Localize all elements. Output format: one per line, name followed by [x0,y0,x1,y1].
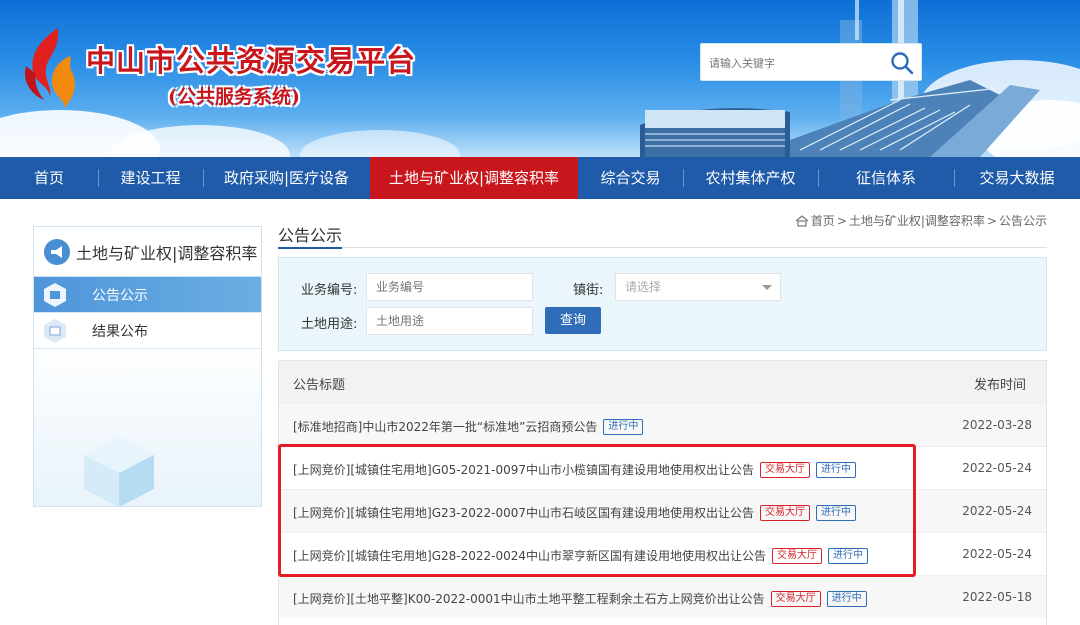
table-row[interactable]: [上网竞价][城镇住宅用地]G05-2021-0097中山市小榄镇国有建设用地使… [279,446,1046,489]
nav-item-procurement[interactable]: 政府采购|医疗设备 [203,157,370,199]
table-row[interactable]: [上网竞价][土地平整]K00-2022-0001中山市土地平整工程剩余土石方上… [279,575,1046,618]
status-badge-ongoing: 进行中 [816,461,857,478]
nav-item-comprehensive[interactable]: 综合交易 [578,157,683,199]
announcement-link[interactable]: [上网竞价][城镇住宅用地]G28-2022-0024中山市翠亨新区国有建设用地… [293,547,766,564]
status-badge-hall: 交易大厅 [760,461,811,478]
nav-item-credit[interactable]: 征信体系 [818,157,954,199]
status-badge-ongoing: 进行中 [816,504,857,521]
page-title: 公告公示 [278,226,343,249]
nav-item-big-data[interactable]: 交易大数据 [954,157,1080,199]
main-nav: 首页 建设工程 政府采购|医疗设备 土地与矿业权|调整容积率 综合交易 农村集体… [0,157,1080,199]
home-icon [795,214,809,227]
megaphone-icon [44,238,70,265]
land-use-input[interactable] [366,307,533,335]
nav-item-rural-property[interactable]: 农村集体产权 [683,157,818,199]
announcement-title-cell: [上网竞价][城镇住宅用地]G23-2022-0007中山市石岐区国有建设用地使… [293,504,857,521]
sidebar-header: 土地与矿业权|调整容积率 [34,227,261,277]
header-banner: 中山市公共资源交易平台 (公共服务系统) [0,0,1080,157]
announcement-title-cell: [上网竞价][土地平整]K00-2022-0001中山市土地平整工程剩余土石方上… [293,590,867,607]
announcement-link[interactable]: [上网竞价][城镇住宅用地]G23-2022-0007中山市石岐区国有建设用地使… [293,504,754,521]
street-label: 镇街: [573,283,604,298]
sidebar: 土地与矿业权|调整容积率 公告公示 结果公布 [33,226,262,507]
status-badge-hall: 交易大厅 [772,547,823,564]
hexagon-icon [42,282,68,308]
table-header: 公告标题 发布时间 [279,361,1046,403]
table-row[interactable]: [标准地招商]中山市2022年第一批“标准地”云招商预公告 进行中 2022-03-… [279,403,1046,446]
site-subtitle: (公共服务系统) [168,86,300,108]
nav-item-home[interactable]: 首页 [0,157,98,199]
logo-icon [24,28,75,108]
announcement-link[interactable]: [上网竞价][城镇住宅用地]G05-2021-0097中山市小榄镇国有建设用地使… [293,461,754,478]
sidebar-item-label: 结果公布 [92,323,148,340]
biz-no-label: 业务编号: [301,283,358,298]
search-input[interactable] [709,52,879,74]
sidebar-item-announcements[interactable]: 公告公示 [34,277,261,313]
status-badge-hall: 交易大厅 [770,590,821,607]
street-select[interactable]: 请选择 [615,273,781,301]
site-title: 中山市公共资源交易平台 [86,44,417,78]
nav-item-construction[interactable]: 建设工程 [98,157,203,199]
announcement-link[interactable]: [标准地招商]中山市2022年第一批“标准地”云招商预公告 [293,418,597,435]
announcement-link[interactable]: [上网竞价][土地平整]K00-2022-0001中山市土地平整工程剩余土石方上… [293,590,765,607]
publish-date: 2022-05-18 [962,590,1032,604]
announcement-title-cell: [上网竞价][城镇住宅用地]G28-2022-0024中山市翠亨新区国有建设用地… [293,547,869,564]
banner-cloud [300,130,460,157]
nav-item-land-mining[interactable]: 土地与矿业权|调整容积率 [370,157,578,199]
land-use-label: 土地用途: [301,317,358,332]
col-date-header: 发布时间 [973,378,1026,393]
publish-date: 2022-03-28 [962,418,1032,432]
table-row[interactable]: [上网竞价][城镇住宅用地]G23-2022-0007中山市石岐区国有建设用地使… [279,489,1046,532]
status-badge-ongoing: 进行中 [828,547,869,564]
search-box [700,43,922,81]
street-select-value: 请选择 [625,280,662,294]
announcement-table: 公告标题 发布时间 [标准地招商]中山市2022年第一批“标准地”云招商预公告进… [278,360,1047,625]
status-badge-ongoing: 进行中 [603,418,644,435]
table-row[interactable]: [上网竞价][城镇住宅用地]G28-2022-0024中山市翠亨新区国有建设用地… [279,532,1046,575]
publish-date: 2022-05-24 [962,547,1032,561]
chevron-down-icon [762,285,772,290]
announcement-title-cell: [标准地招商]中山市2022年第一批“标准地”云招商预公告 进行中 [293,418,644,435]
filter-panel: 业务编号: 镇街: 请选择 土地用途: 查询 [278,257,1047,351]
publish-date: 2022-05-24 [962,504,1032,518]
sidebar-item-results[interactable]: 结果公布 [34,313,261,349]
search-button[interactable]: 查询 [545,307,601,334]
hexagon-icon [42,318,68,344]
page-title-bar: 公告公示 [278,226,1047,249]
publish-date: 2022-05-24 [962,461,1032,475]
announcement-title-cell: [上网竞价][城镇住宅用地]G05-2021-0097中山市小榄镇国有建设用地使… [293,461,857,478]
status-badge-ongoing: 进行中 [826,590,867,607]
biz-no-input[interactable] [366,273,533,301]
col-title-header: 公告标题 [293,378,346,393]
search-icon[interactable] [889,50,915,76]
sidebar-item-label: 公告公示 [92,287,148,304]
status-badge-hall: 交易大厅 [760,504,811,521]
sidebar-title: 土地与矿业权|调整容积率 [76,243,258,263]
decorative-cubes [84,437,154,506]
